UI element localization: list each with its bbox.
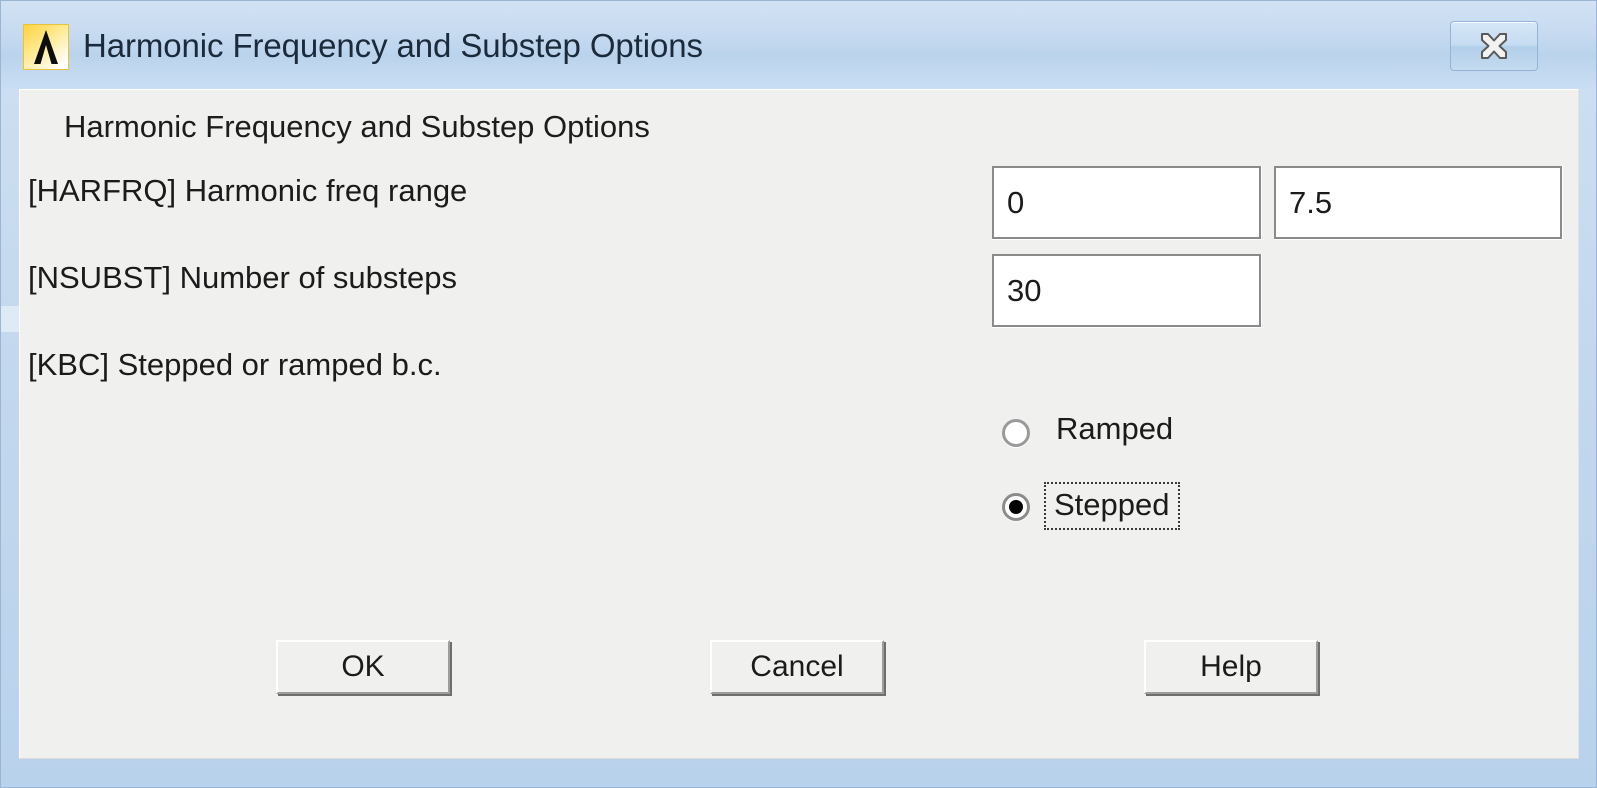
radio-icon-ramped[interactable]: [1002, 419, 1030, 447]
label-kbc: [KBC] Stepped or ramped b.c.: [28, 347, 442, 382]
radio-icon-stepped[interactable]: [1002, 493, 1030, 521]
dialog-content-panel: Harmonic Frequency and Substep Options […: [19, 89, 1579, 759]
label-harfrq: [HARFRQ] Harmonic freq range: [28, 173, 468, 208]
ansys-logo-icon: [23, 24, 69, 70]
dialog-window: Harmonic Frequency and Substep Options H…: [0, 0, 1597, 788]
window-frame-notch: [1, 306, 19, 332]
radio-label-ramped: Ramped: [1056, 411, 1174, 446]
number-of-substeps-input[interactable]: [992, 254, 1261, 327]
harmonic-freq-range-end-input[interactable]: [1274, 166, 1562, 239]
harmonic-freq-range-start-input[interactable]: [992, 166, 1261, 239]
label-nsubst: [NSUBST] Number of substeps: [28, 260, 457, 295]
radio-label-stepped: Stepped: [1044, 482, 1180, 530]
panel-heading: Harmonic Frequency and Substep Options: [64, 109, 650, 144]
cancel-button[interactable]: Cancel: [710, 640, 884, 694]
help-button[interactable]: Help: [1144, 640, 1318, 694]
window-title: Harmonic Frequency and Substep Options: [83, 27, 703, 64]
close-icon: [1481, 33, 1507, 59]
title-bar: Harmonic Frequency and Substep Options: [1, 1, 1596, 89]
close-button[interactable]: [1450, 21, 1538, 71]
ok-button[interactable]: OK: [276, 640, 450, 694]
